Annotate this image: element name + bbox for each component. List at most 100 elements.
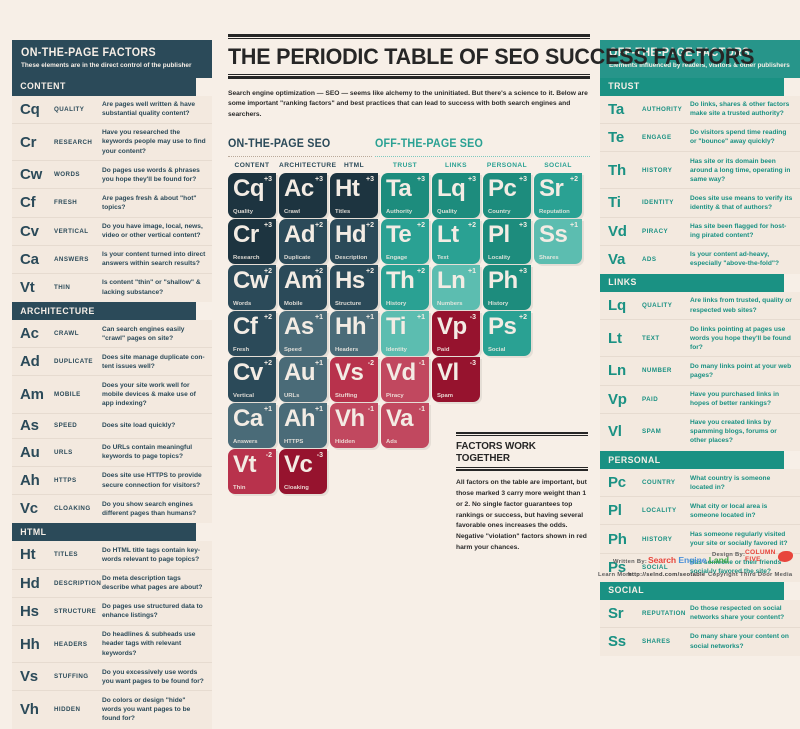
factor-description: Do pages use words & phrases you hope th… bbox=[102, 166, 200, 183]
element-tile-ah[interactable]: Ah +1 HTTPS bbox=[279, 403, 327, 449]
tile-value: -3 bbox=[316, 452, 323, 460]
factor-row[interactable]: Cv VERTICAL Do you have image, local, news… bbox=[12, 218, 212, 246]
factor-row[interactable]: Cf FRESH Are pages fresh & about "hot" top… bbox=[12, 189, 212, 218]
factor-row[interactable]: Ss SHARES Do many share your content on so… bbox=[600, 628, 800, 655]
factor-row[interactable]: Ah HTTPS Does site use HTTPS to provide se… bbox=[12, 467, 212, 496]
group-body: Cq QUALITY Are pages well written & have s… bbox=[12, 95, 212, 303]
factor-row[interactable]: Va ADS Is your content ad-heavy, especiall… bbox=[600, 246, 800, 273]
group-header-links: LINKS bbox=[600, 273, 784, 292]
column-header-trust: TRUST bbox=[392, 162, 418, 170]
factor-row[interactable]: Vd PIRACY Has site been flagged for host-i… bbox=[600, 218, 800, 246]
element-tile-vs[interactable]: Vs -2 Stuffing bbox=[330, 357, 378, 403]
element-tile-pc[interactable]: Pc +3 Country bbox=[483, 173, 531, 219]
element-tile-cw[interactable]: Cw +2 Words bbox=[228, 265, 276, 311]
tile-label: Piracy bbox=[386, 392, 404, 399]
title-rule-bottom bbox=[228, 73, 590, 79]
element-tile-ht[interactable]: Ht +3 Titles bbox=[330, 173, 378, 219]
element-tile-ph[interactable]: Ph +3 History bbox=[483, 265, 531, 311]
element-tile-ac[interactable]: Ac +3 Crawl bbox=[279, 173, 327, 219]
tile-value: -2 bbox=[367, 360, 374, 368]
element-tile-sr[interactable]: Sr +2 Reputation bbox=[534, 173, 582, 219]
tile-label: Titles bbox=[335, 208, 351, 215]
factor-description: Is your content ad-heavy, especially "ab… bbox=[690, 251, 780, 268]
factor-row[interactable]: Te ENGAGE Do visitors spend time reading o… bbox=[600, 124, 800, 153]
element-tile-th[interactable]: Th +2 History bbox=[381, 265, 429, 311]
element-tile-cr[interactable]: Cr +3 Research bbox=[228, 219, 276, 265]
factor-row[interactable]: Sr REPUTATION Do those respected on social… bbox=[600, 600, 800, 628]
factor-row[interactable]: Pl LOCALITY What city or local area is som… bbox=[600, 497, 800, 526]
factor-row[interactable]: Ac CRAWL Can search engines easily "crawl"… bbox=[12, 320, 212, 349]
factor-row[interactable]: Cw WORDS Do pages use words & phrases you … bbox=[12, 161, 212, 190]
tile-value: +1 bbox=[417, 314, 425, 322]
factor-name: QUALITY bbox=[642, 302, 673, 309]
learn-more-url[interactable]: http://selnd.com/seotable bbox=[628, 572, 705, 578]
factor-description: Do you have image, local, news, video or… bbox=[102, 223, 203, 240]
element-tile-hd[interactable]: Hd +2 Description bbox=[330, 219, 378, 265]
left-panel-subtitle: These elements are in the direct control… bbox=[21, 62, 192, 69]
factor-symbol: Cw bbox=[20, 166, 43, 184]
factor-row[interactable]: Vl SPAM Have you created links by spamming… bbox=[600, 414, 800, 450]
factor-row[interactable]: Ca ANSWERS Is your content turned into dir… bbox=[12, 246, 212, 274]
tile-symbol: Ac bbox=[284, 175, 314, 203]
factor-row[interactable]: Vc CLOAKING Do you show search engines dif… bbox=[12, 495, 212, 522]
element-tile-lq[interactable]: Lq +3 Quality bbox=[432, 173, 480, 219]
factor-row[interactable]: Au URLS Do URLs contain meaningful keyword… bbox=[12, 439, 212, 467]
factor-row[interactable]: Lt TEXT Do links pointing at pages use wor… bbox=[600, 320, 800, 358]
element-tile-vt[interactable]: Vt -2 Thin bbox=[228, 449, 276, 495]
element-tile-ss[interactable]: Ss +1 Shares bbox=[534, 219, 582, 265]
tile-label: URLs bbox=[284, 392, 300, 399]
element-tile-cf[interactable]: Cf +2 Fresh bbox=[228, 311, 276, 357]
factor-row[interactable]: Ti IDENTITY Does site use means to verify … bbox=[600, 189, 800, 218]
element-tile-ln[interactable]: Ln +1 Numbers bbox=[432, 265, 480, 311]
element-tile-lt[interactable]: Lt +2 Text bbox=[432, 219, 480, 265]
factor-row[interactable]: Vh HIDDEN Do colors or design "hide" words… bbox=[12, 691, 212, 727]
factor-row[interactable]: Cr RESEARCH Have you researched the keywor… bbox=[12, 124, 212, 162]
element-tile-ad[interactable]: Ad +2 Duplicate bbox=[279, 219, 327, 265]
element-tile-au[interactable]: Au +1 URLs bbox=[279, 357, 327, 403]
factor-row[interactable]: Th HISTORY Has site or its domain been aro… bbox=[600, 152, 800, 190]
tile-label: Stuffing bbox=[335, 392, 358, 399]
tile-value: -1 bbox=[367, 406, 374, 414]
factor-row[interactable]: Ln NUMBER Do many links point at your web … bbox=[600, 357, 800, 386]
element-tile-cq[interactable]: Cq +3 Quality bbox=[228, 173, 276, 219]
element-tile-vh[interactable]: Vh -1 Hidden bbox=[330, 403, 378, 449]
element-tile-pl[interactable]: Pl +3 Locality bbox=[483, 219, 531, 265]
factor-row[interactable]: Lq QUALITY Are links from trusted, quality… bbox=[600, 292, 800, 321]
factor-row[interactable]: Am MOBILE Does your site work well for mob… bbox=[12, 376, 212, 414]
tile-label: Cloaking bbox=[284, 484, 309, 491]
factor-symbol: Th bbox=[608, 161, 626, 179]
factor-row[interactable]: Vt THIN Is content "thin" or "shallow" & l… bbox=[12, 274, 212, 301]
factor-row[interactable]: Hh HEADERS Do headlines & subheads use hea… bbox=[12, 626, 212, 664]
factor-row[interactable]: As SPEED Does site load quickly? bbox=[12, 414, 212, 439]
element-tile-as[interactable]: As +1 Speed bbox=[279, 311, 327, 357]
factor-row[interactable]: Vs STUFFING Do you excessively use words y… bbox=[12, 663, 212, 692]
tile-symbol: Ad bbox=[284, 221, 316, 249]
element-tile-am[interactable]: Am +2 Mobile bbox=[279, 265, 327, 311]
factor-row[interactable]: Ta AUTHORITY Do links, shares & other fact… bbox=[600, 96, 800, 124]
factor-row[interactable]: Pc COUNTRY What country is someone located… bbox=[600, 469, 800, 498]
factor-symbol: Cv bbox=[20, 222, 39, 240]
element-tile-vl[interactable]: Vl -3 Spam bbox=[432, 357, 480, 403]
element-tile-hs[interactable]: Hs +2 Structure bbox=[330, 265, 378, 311]
tile-label: Speed bbox=[284, 346, 302, 353]
factor-row[interactable]: Ad DUPLICATE Does site manage duplicate co… bbox=[12, 348, 212, 377]
factor-row[interactable]: Cq QUALITY Are pages well written & have s… bbox=[12, 96, 212, 124]
factor-description: Can search engines easily "crawl" pages … bbox=[102, 325, 185, 342]
element-tile-te[interactable]: Te +2 Engage bbox=[381, 219, 429, 265]
element-tile-ps[interactable]: Ps +2 Social bbox=[483, 311, 531, 357]
element-tile-ca[interactable]: Ca +1 Answers bbox=[228, 403, 276, 449]
tile-symbol: Ss bbox=[539, 221, 568, 249]
element-tile-cv[interactable]: Cv +2 Vertical bbox=[228, 357, 276, 403]
factor-description: Do you show search engines different pag… bbox=[102, 500, 197, 517]
element-tile-hh[interactable]: Hh +1 Headers bbox=[330, 311, 378, 357]
tile-symbol: Cw bbox=[233, 267, 269, 295]
factor-name: STUFFING bbox=[54, 673, 89, 681]
element-tile-vc[interactable]: Vc -3 Cloaking bbox=[279, 449, 327, 495]
factor-row[interactable]: Vp PAID Have you purchased links in hopes … bbox=[600, 386, 800, 414]
element-tile-ta[interactable]: Ta +3 Authority bbox=[381, 173, 429, 219]
element-tile-vd[interactable]: Vd -1 Piracy bbox=[381, 357, 429, 403]
element-tile-va[interactable]: Va -1 Ads bbox=[381, 403, 429, 449]
element-tile-vp[interactable]: Vp -3 Paid bbox=[432, 311, 480, 357]
element-tile-ti[interactable]: Ti +1 Identity bbox=[381, 311, 429, 357]
factor-row[interactable]: Hs STRUCTURE Do pages use structured data … bbox=[12, 598, 212, 626]
